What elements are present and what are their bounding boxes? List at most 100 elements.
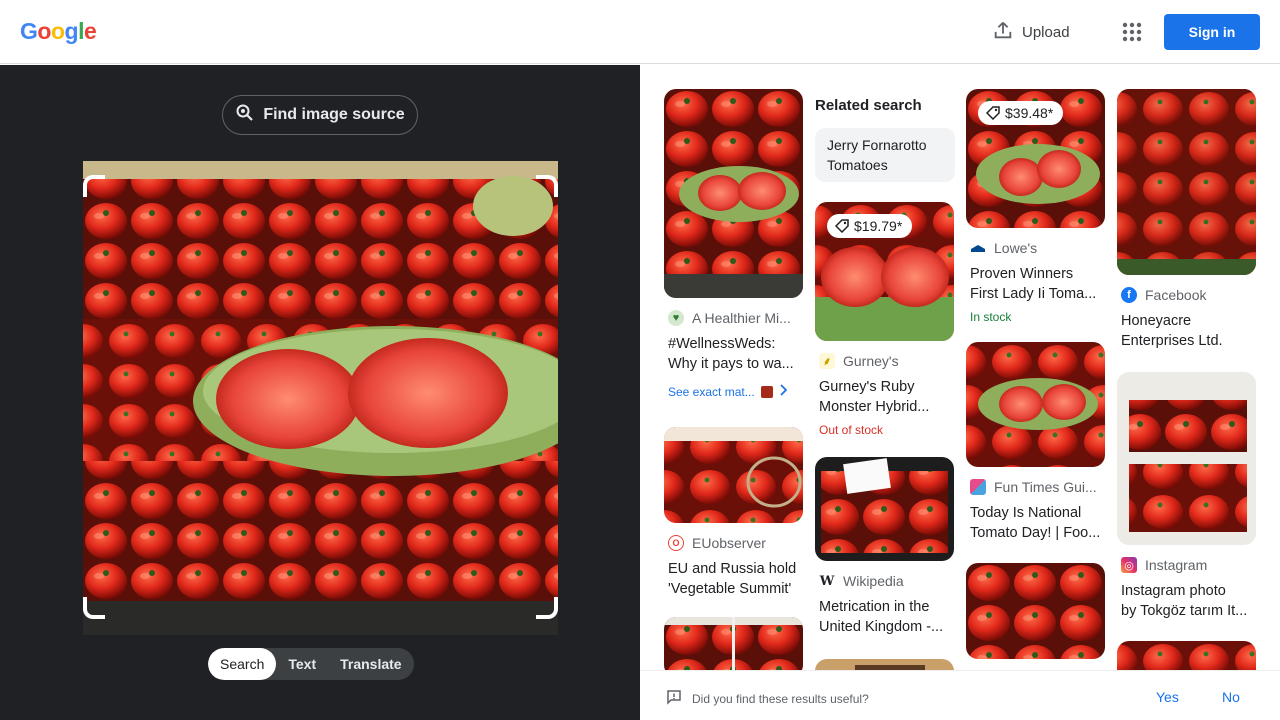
price-value: $39.48* bbox=[1005, 105, 1054, 121]
result-thumbnail[interactable] bbox=[815, 659, 954, 670]
price-tag-icon bbox=[835, 219, 849, 233]
feedback-icon bbox=[666, 689, 682, 708]
feedback-no-button[interactable]: No bbox=[1222, 689, 1240, 705]
related-search-chip[interactable]: Jerry Fornarotto Tomatoes bbox=[815, 128, 955, 182]
result-source-name: A Healthier Mi... bbox=[692, 310, 791, 326]
result-title-line: EU and Russia hold bbox=[668, 561, 797, 577]
result-thumbnail[interactable] bbox=[1117, 372, 1256, 545]
result-source[interactable]: ⸙ Gurney's bbox=[819, 353, 955, 369]
result-title-line: by Tokgöz tarım It... bbox=[1121, 603, 1248, 619]
results-column: Related search Jerry Fornarotto Tomatoes… bbox=[815, 89, 955, 670]
result-source-name: EUobserver bbox=[692, 535, 766, 551]
result-title[interactable]: #WellnessWeds: Why it pays to wa... bbox=[668, 334, 800, 374]
result-source[interactable]: O EUobserver bbox=[668, 535, 804, 551]
chevron-right-icon bbox=[779, 384, 787, 399]
upload-label: Upload bbox=[1022, 23, 1070, 41]
logo-letter: o bbox=[50, 18, 65, 44]
result-thumbnail[interactable] bbox=[815, 457, 954, 561]
find-image-source-label: Find image source bbox=[263, 106, 405, 123]
find-image-source-button[interactable]: Find image source bbox=[222, 95, 418, 135]
stock-status: In stock bbox=[970, 310, 1012, 324]
result-title[interactable]: Gurney's Ruby Monster Hybrid... bbox=[819, 377, 951, 417]
result-source-name: Gurney's bbox=[843, 353, 899, 369]
mode-switcher: Search Text Translate bbox=[208, 648, 414, 680]
result-title[interactable]: Proven Winners First Lady Ii Toma... bbox=[970, 264, 1102, 304]
tab-search[interactable]: Search bbox=[208, 648, 277, 680]
result-source-name: Facebook bbox=[1145, 287, 1207, 303]
visual-matches: ♥ A Healthier Mi... #WellnessWeds: Why i… bbox=[640, 65, 1280, 670]
result-thumbnail[interactable] bbox=[966, 342, 1105, 467]
result-thumbnail[interactable] bbox=[664, 89, 803, 298]
crop-corner-top-left[interactable] bbox=[83, 175, 105, 197]
result-title-line: Enterprises Ltd. bbox=[1121, 333, 1223, 349]
stock-status: Out of stock bbox=[819, 423, 884, 437]
result-title-line: First Lady Ii Toma... bbox=[970, 286, 1097, 302]
result-title-line: Proven Winners bbox=[970, 266, 1074, 282]
results-column: $39.48* Lowe's Proven Winners First Lady… bbox=[966, 89, 1106, 659]
sign-in-button[interactable]: Sign in bbox=[1164, 14, 1260, 50]
result-source[interactable]: Lowe's bbox=[970, 240, 1106, 256]
exact-match-thumb bbox=[760, 385, 773, 398]
upload-button[interactable]: Upload bbox=[992, 20, 1070, 44]
result-title-line: Gurney's Ruby bbox=[819, 379, 915, 395]
result-source-name: Wikipedia bbox=[843, 573, 904, 589]
facebook-favicon-icon: f bbox=[1121, 287, 1137, 303]
google-logo[interactable]: Google bbox=[20, 18, 97, 45]
crop-corner-top-right[interactable] bbox=[536, 175, 558, 197]
top-bar: Google Upload Sign in bbox=[0, 0, 1280, 64]
euobserver-favicon-icon: O bbox=[668, 535, 684, 551]
upload-icon bbox=[992, 19, 1014, 45]
crop-corner-bottom-right[interactable] bbox=[536, 597, 558, 619]
result-title-line: Honeyacre bbox=[1121, 313, 1192, 329]
result-title-line: United Kingdom -... bbox=[819, 619, 944, 635]
result-thumbnail[interactable] bbox=[966, 563, 1105, 659]
result-thumbnail[interactable] bbox=[1117, 89, 1256, 275]
result-title[interactable]: EU and Russia hold 'Vegetable Summit' bbox=[668, 559, 800, 599]
query-image-panel: Find image source Search Text Translate bbox=[0, 65, 640, 720]
result-source[interactable]: ◎ Instagram bbox=[1121, 557, 1257, 573]
corn-favicon-icon: ⸙ bbox=[819, 353, 835, 369]
heart-favicon-icon: ♥ bbox=[668, 310, 684, 326]
instagram-favicon-icon: ◎ bbox=[1121, 557, 1137, 573]
results-column: f Facebook Honeyacre Enterprises Ltd. ◎ … bbox=[1117, 89, 1257, 670]
feedback-yes-button[interactable]: Yes bbox=[1156, 689, 1179, 705]
logo-letter: o bbox=[37, 18, 51, 44]
related-search-heading: Related search bbox=[815, 97, 922, 114]
result-source[interactable]: Fun Times Gui... bbox=[970, 479, 1106, 495]
apps-grid-icon[interactable] bbox=[1122, 22, 1142, 42]
crop-corner-bottom-left[interactable] bbox=[83, 597, 105, 619]
result-title[interactable]: Instagram photo by Tokgöz tarım It... bbox=[1121, 581, 1253, 621]
query-image bbox=[83, 161, 558, 635]
result-title-line: #WellnessWeds: bbox=[668, 336, 776, 352]
result-source[interactable]: ♥ A Healthier Mi... bbox=[668, 310, 804, 326]
feedback-question: Did you find these results useful? bbox=[666, 689, 869, 708]
result-source[interactable]: f Facebook bbox=[1121, 287, 1257, 303]
fun-times-favicon-icon bbox=[970, 479, 986, 495]
result-source[interactable]: W Wikipedia bbox=[819, 573, 955, 589]
price-tag-icon bbox=[986, 106, 1000, 120]
result-thumbnail[interactable]: $19.79* bbox=[815, 202, 954, 341]
tab-text[interactable]: Text bbox=[276, 648, 328, 680]
result-title[interactable]: Metrication in the United Kingdom -... bbox=[819, 597, 951, 637]
result-source-name: Instagram bbox=[1145, 557, 1208, 573]
result-title-line: Tomato Day! | Foo... bbox=[970, 525, 1101, 541]
result-title-line: Today Is National bbox=[970, 505, 1082, 521]
result-source-name: Lowe's bbox=[994, 240, 1038, 256]
lens-search-icon bbox=[235, 103, 255, 128]
result-thumbnail[interactable] bbox=[664, 617, 803, 670]
lowes-favicon-icon bbox=[970, 240, 986, 256]
result-title-line: 'Vegetable Summit' bbox=[668, 581, 792, 597]
feedback-question-text: Did you find these results useful? bbox=[692, 691, 869, 706]
result-thumbnail[interactable] bbox=[1117, 641, 1256, 670]
logo-letter: g bbox=[64, 18, 79, 44]
result-thumbnail[interactable] bbox=[664, 427, 803, 523]
result-title-line: Metrication in the bbox=[819, 599, 930, 615]
tab-translate[interactable]: Translate bbox=[328, 648, 413, 680]
wikipedia-favicon-icon: W bbox=[819, 573, 835, 589]
price-value: $19.79* bbox=[854, 218, 903, 234]
see-exact-matches-link[interactable]: See exact mat... bbox=[668, 384, 804, 399]
result-thumbnail[interactable]: $39.48* bbox=[966, 89, 1105, 228]
result-title[interactable]: Honeyacre Enterprises Ltd. bbox=[1121, 311, 1253, 351]
result-title[interactable]: Today Is National Tomato Day! | Foo... bbox=[970, 503, 1102, 543]
result-source-name: Fun Times Gui... bbox=[994, 479, 1097, 495]
